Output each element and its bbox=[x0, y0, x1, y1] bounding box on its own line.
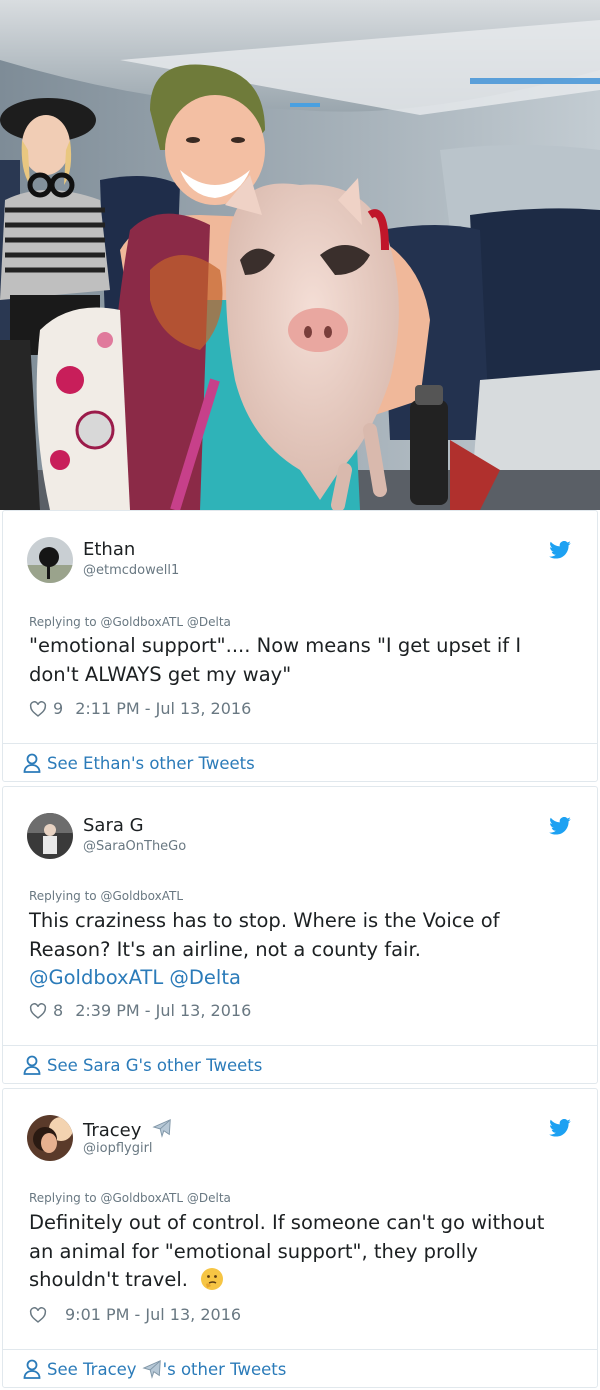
tweet-text: Definitely out of control. If someone ca… bbox=[29, 1209, 569, 1295]
cabin-photo-illustration bbox=[0, 0, 600, 510]
user-handle[interactable]: @SaraOnTheGo bbox=[83, 839, 186, 854]
tweet-photo bbox=[0, 0, 600, 510]
thinking-face-emoji-icon bbox=[201, 1268, 224, 1290]
tweet-card: Ethan @etmcdowell1 Replying to @GoldboxA… bbox=[2, 510, 598, 782]
reply-context[interactable]: Replying to @GoldboxATL bbox=[29, 889, 183, 903]
airplane-emoji-icon bbox=[152, 1119, 171, 1138]
tweet-text: This craziness has to stop. Where is the… bbox=[29, 907, 569, 993]
avatar[interactable] bbox=[27, 813, 73, 859]
heart-icon[interactable] bbox=[29, 1306, 47, 1323]
tweet-card: Sara G @SaraOnTheGo Replying to @Goldbox… bbox=[2, 786, 598, 1084]
tweet-text-line: Reason? It's an airline, not a county fa… bbox=[29, 937, 421, 961]
tweet-text: "emotional support".... Now means "I get… bbox=[29, 632, 569, 689]
tweet-card: Tracey @iopflygirl Replying to @GoldboxA… bbox=[2, 1088, 598, 1388]
user-name-text[interactable]: Tracey bbox=[83, 1120, 141, 1141]
see-other-tweets-link[interactable]: See Sara G's other Tweets bbox=[23, 1055, 262, 1075]
avatar[interactable] bbox=[27, 537, 73, 583]
user-name[interactable]: Ethan bbox=[83, 539, 135, 560]
see-other-tweets-link[interactable]: See Tracey 's other Tweets bbox=[23, 1358, 286, 1380]
user-name[interactable]: Sara G bbox=[83, 815, 144, 836]
timestamp[interactable]: 9:01 PM - Jul 13, 2016 bbox=[65, 1305, 241, 1324]
tweet-text-line: shouldn't travel. bbox=[29, 1268, 188, 1291]
heart-icon[interactable] bbox=[29, 1002, 47, 1019]
see-other-tweets-link[interactable]: See Ethan's other Tweets bbox=[23, 753, 255, 773]
see-other-tweets-label[interactable]: See Sara G's other Tweets bbox=[47, 1056, 262, 1075]
divider bbox=[3, 1349, 597, 1350]
person-icon bbox=[23, 1055, 41, 1075]
heart-icon[interactable] bbox=[29, 700, 47, 717]
see-other-tweets-prefix[interactable]: See Tracey bbox=[47, 1360, 137, 1379]
twitter-bird-icon[interactable] bbox=[549, 1119, 571, 1137]
tweet-text-line: Definitely out of control. If someone ca… bbox=[29, 1211, 545, 1234]
twitter-bird-icon[interactable] bbox=[549, 541, 571, 559]
user-handle[interactable]: @etmcdowell1 bbox=[83, 563, 179, 578]
see-other-tweets-label[interactable]: See Ethan's other Tweets bbox=[47, 754, 255, 773]
reply-context[interactable]: Replying to @GoldboxATL @Delta bbox=[29, 615, 231, 629]
airplane-emoji-icon bbox=[141, 1360, 161, 1379]
see-other-tweets-suffix[interactable]: 's other Tweets bbox=[163, 1360, 287, 1379]
tweet-meta: 9:01 PM - Jul 13, 2016 bbox=[29, 1305, 241, 1324]
timestamp[interactable]: 2:39 PM - Jul 13, 2016 bbox=[75, 1001, 251, 1020]
avatar[interactable] bbox=[27, 1115, 73, 1161]
divider bbox=[3, 743, 597, 744]
tweet-meta: 8 2:39 PM - Jul 13, 2016 bbox=[29, 1001, 251, 1020]
timestamp[interactable]: 2:11 PM - Jul 13, 2016 bbox=[75, 699, 251, 718]
twitter-bird-icon[interactable] bbox=[549, 817, 571, 835]
like-count: 9 bbox=[53, 699, 64, 718]
user-handle[interactable]: @iopflygirl bbox=[83, 1141, 153, 1156]
like-count: 8 bbox=[53, 1001, 64, 1020]
tweet-text-line: an animal for "emotional support", they … bbox=[29, 1239, 478, 1263]
user-name[interactable]: Tracey bbox=[83, 1117, 173, 1141]
person-icon bbox=[23, 753, 41, 773]
mention-link[interactable]: @Delta bbox=[169, 966, 241, 989]
reply-context[interactable]: Replying to @GoldboxATL @Delta bbox=[29, 1191, 231, 1205]
tweet-text-line: This craziness has to stop. Where is the… bbox=[29, 909, 500, 932]
tweet-text-line: "emotional support".... Now means "I get… bbox=[29, 634, 522, 657]
divider bbox=[3, 1045, 597, 1046]
tweet-text-line: don't ALWAYS get my way" bbox=[29, 662, 292, 686]
tweet-meta: 9 2:11 PM - Jul 13, 2016 bbox=[29, 699, 251, 718]
person-icon bbox=[23, 1359, 41, 1379]
mention-link[interactable]: @GoldboxATL bbox=[29, 966, 163, 989]
